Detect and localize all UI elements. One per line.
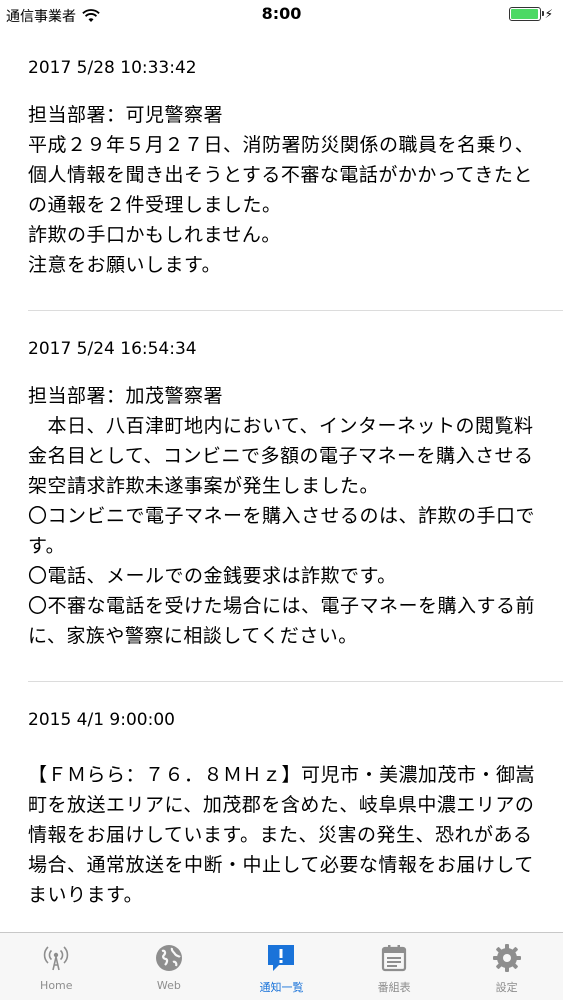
tab-label: Home: [40, 979, 73, 992]
tab-label: 設定: [495, 981, 518, 994]
tab-settings[interactable]: 設定: [450, 933, 563, 1000]
tab-label: Web: [156, 979, 181, 992]
tab-web[interactable]: Web: [113, 933, 226, 1000]
status-time: 8:00: [261, 4, 302, 23]
entry-date: 2017 5/24 16:54:34: [28, 339, 197, 359]
tab-label: 番組表: [377, 981, 411, 994]
entry-body: 担当部署：加茂警察署 本日、八百津町地内において、インターネットの閲覧料金名目と…: [28, 385, 536, 647]
battery-indicator: ⚡: [508, 7, 553, 21]
tab-home[interactable]: Home: [0, 933, 113, 1000]
notification-list[interactable]: 2017 5/28 10:33:42 担当部署：可児警察署 平成２９年５月２７日…: [0, 30, 563, 933]
globe-icon: [155, 945, 182, 971]
list-item[interactable]: 2017 5/28 10:33:42 担当部署：可児警察署 平成２９年５月２７日…: [28, 30, 563, 311]
entry-body: 【ＦＭらら：７６．８ＭＨｚ】可児市・美濃加茂市・御嵩町を放送エリアに、加茂郡を含…: [28, 764, 536, 906]
entry-date: 2015 4/1 9:00:00: [28, 710, 175, 730]
tab-label: 通知一覧: [259, 981, 304, 994]
battery-icon: [508, 7, 544, 21]
status-bar: 通信事業者 8:00 ⚡: [0, 0, 563, 30]
radio-tower-icon: [44, 946, 69, 971]
tab-program-guide[interactable]: 番組表: [338, 933, 451, 1000]
entry-body: 担当部署：可児警察署 平成２９年５月２７日、消防署防災関係の職員を名乗り、個人情…: [28, 104, 535, 276]
entry-date: 2017 5/28 10:33:42: [28, 58, 197, 78]
tab-notifications[interactable]: 通知一覧: [225, 933, 338, 1000]
gear-icon: [492, 944, 521, 972]
list-item[interactable]: 2015 4/1 9:00:00 【ＦＭらら：７６．８ＭＨｚ】可児市・美濃加茂市…: [28, 682, 563, 933]
calendar-icon: [381, 945, 407, 972]
charging-icon: ⚡: [544, 7, 553, 21]
list-item[interactable]: 2017 5/24 16:54:34 担当部署：加茂警察署 本日、八百津町地内に…: [28, 311, 563, 682]
notification-icon: [268, 945, 295, 971]
tab-bar: Home Web 通知一覧 番組表 設定: [0, 932, 563, 1000]
